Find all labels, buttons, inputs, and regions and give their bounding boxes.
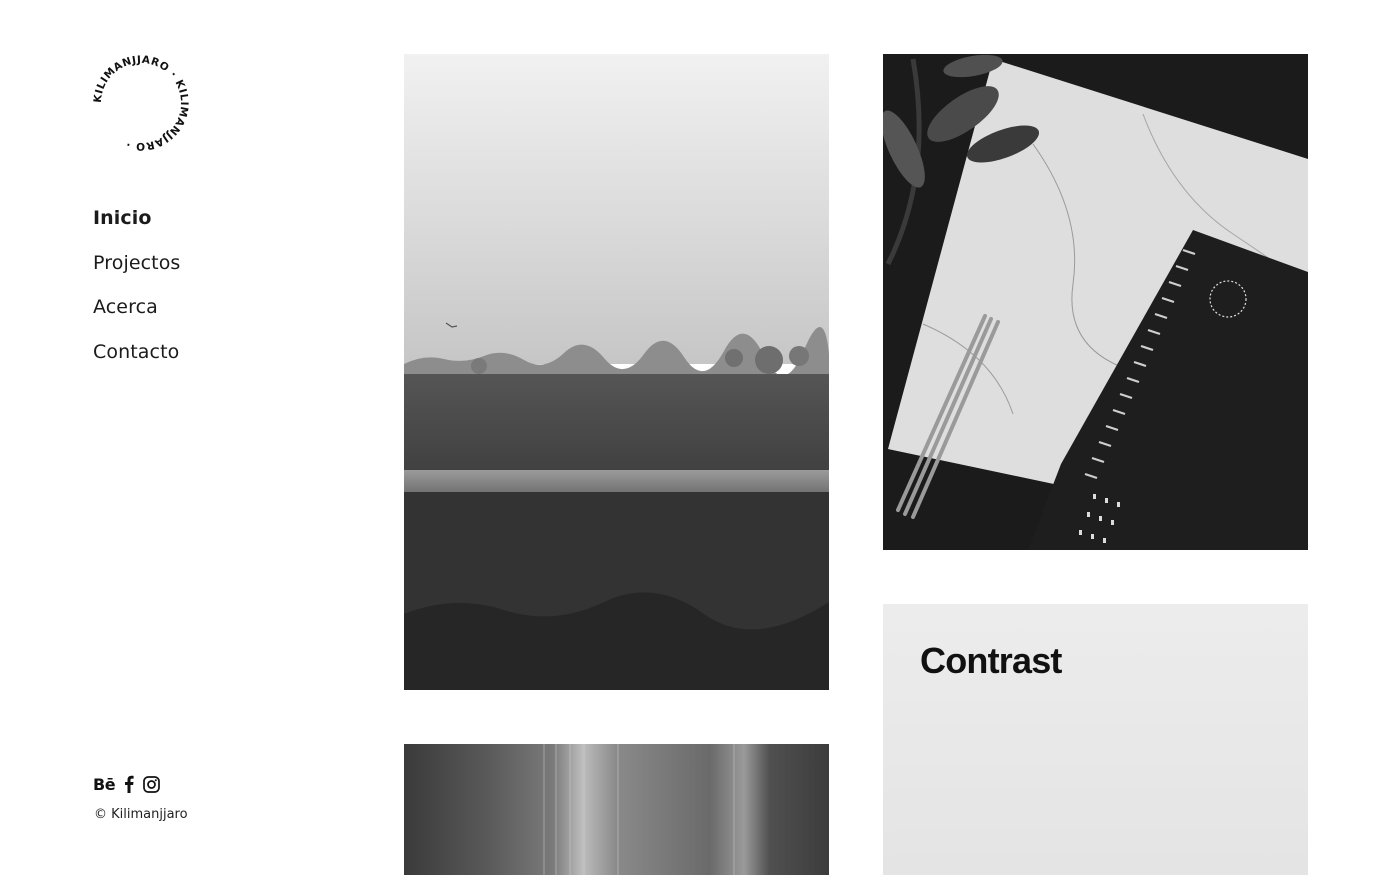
nav-item-projectos[interactable]: Projectos bbox=[93, 253, 180, 273]
kilimanjjaro-logo[interactable]: KILIMANJJARO · KILIMANJJARO · bbox=[90, 52, 192, 154]
light-streaks-photo bbox=[404, 744, 829, 875]
social-links: Bē bbox=[93, 774, 160, 794]
notebook-marble-photo bbox=[883, 54, 1308, 550]
project-title: Contrast bbox=[920, 640, 1062, 681]
behance-icon[interactable]: Bē bbox=[93, 774, 116, 794]
instagram-icon[interactable] bbox=[143, 774, 160, 794]
project-card-notebook[interactable] bbox=[883, 54, 1308, 550]
nav-item-acerca[interactable]: Acerca bbox=[93, 297, 180, 317]
project-card-streaks[interactable] bbox=[404, 744, 829, 875]
nav-item-inicio[interactable]: Inicio bbox=[93, 208, 180, 228]
nav-item-contacto[interactable]: Contacto bbox=[93, 342, 180, 362]
facebook-icon[interactable] bbox=[124, 774, 134, 794]
main-nav: Inicio Projectos Acerca Contacto bbox=[93, 208, 180, 386]
logo-text: KILIMANJJARO · KILIMANJJARO · bbox=[92, 54, 190, 152]
sidebar: KILIMANJJARO · KILIMANJJARO · Inicio Pro… bbox=[0, 0, 330, 875]
project-card-field[interactable] bbox=[404, 54, 829, 690]
copyright-text: © Kilimanjjaro bbox=[94, 807, 188, 822]
project-card-contrast[interactable]: Contrast bbox=[883, 604, 1308, 875]
foggy-field-photo bbox=[404, 54, 829, 690]
